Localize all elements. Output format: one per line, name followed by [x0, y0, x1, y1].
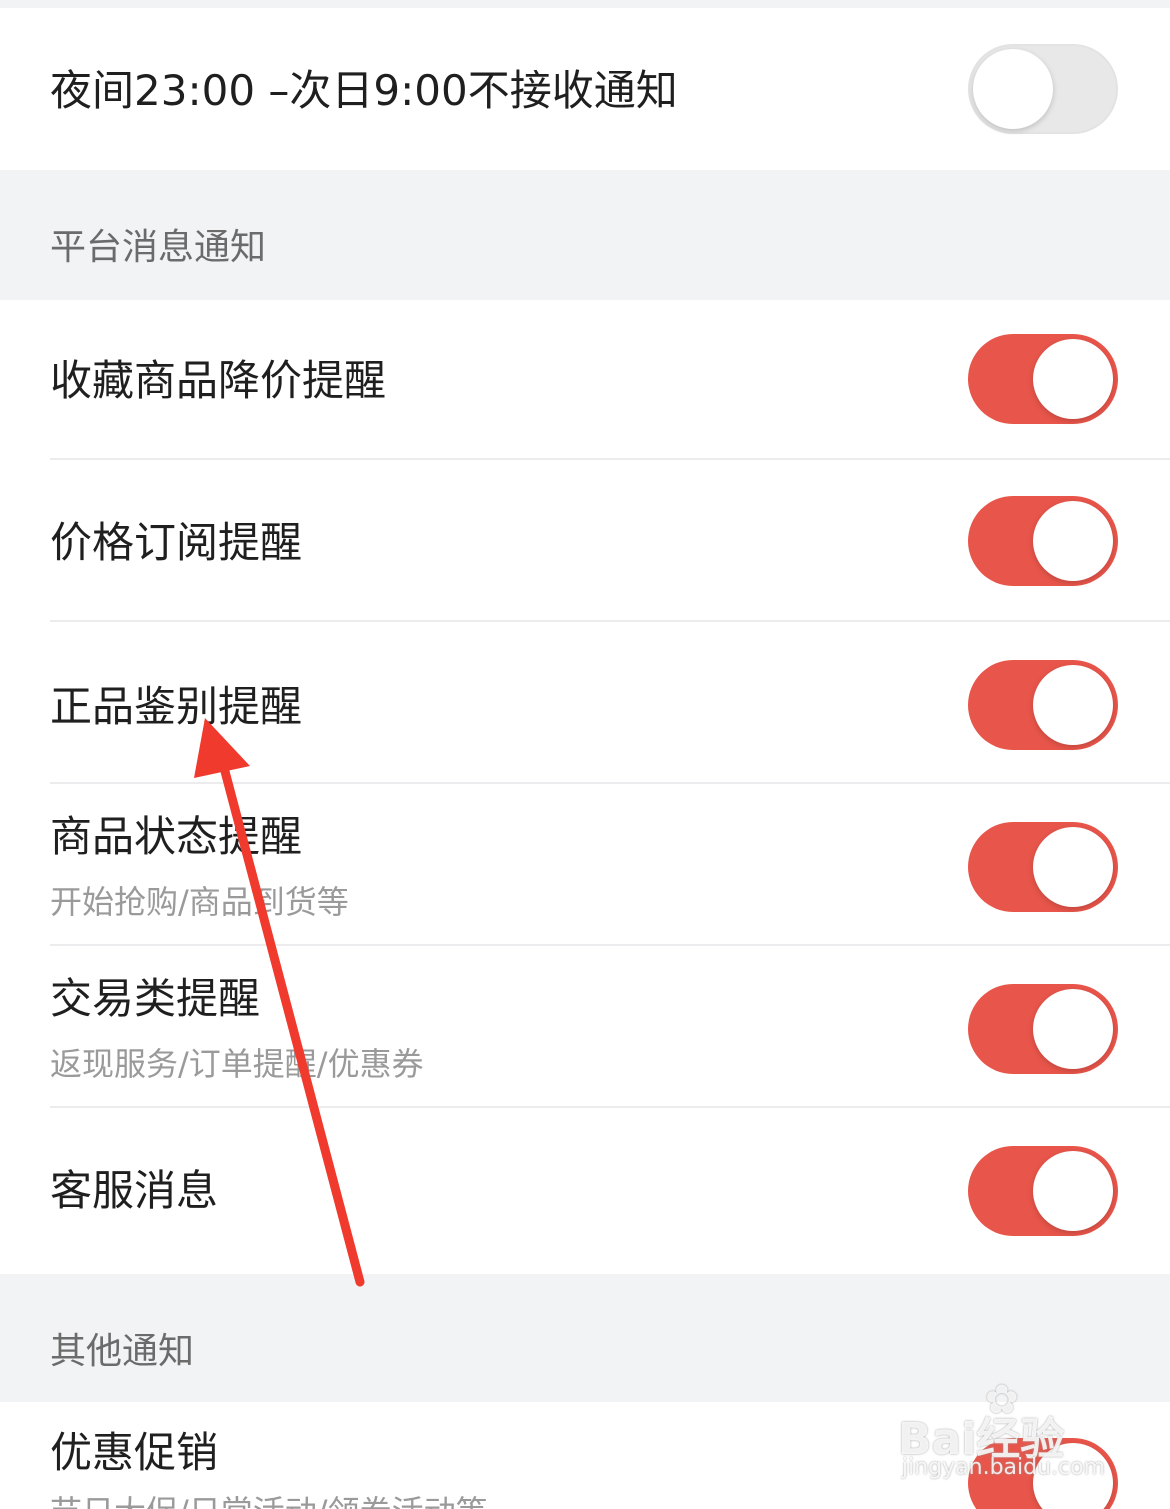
setting-row: 收藏商品降价提醒	[0, 300, 1170, 460]
setting-title: 优惠促销	[50, 1428, 219, 1477]
toggle-knob	[973, 49, 1053, 129]
setting-subtitle: 节日大促/日常活动/领券活动等	[50, 1492, 488, 1509]
setting-subtitle: 返现服务/订单提醒/优惠券	[50, 1045, 424, 1083]
section-header-other: 其他通知	[50, 1331, 195, 1372]
setting-title: 收藏商品降价提醒	[50, 356, 387, 405]
price-subscribe-toggle[interactable]	[968, 496, 1118, 586]
platform-band: 收藏商品降价提醒 价格订阅提醒 正品鉴别提醒 商品状态提醒 开始抢购/商品到货等…	[0, 300, 1170, 1274]
section-header-platform: 平台消息通知	[50, 227, 267, 268]
toggle-knob	[1033, 827, 1113, 907]
authenticity-toggle[interactable]	[968, 660, 1118, 750]
watermark-url: jingyan.baidu.com	[902, 1455, 1106, 1480]
setting-row: 正品鉴别提醒	[0, 622, 1170, 784]
setting-row: 客服消息	[0, 1108, 1170, 1274]
setting-row: 价格订阅提醒	[0, 460, 1170, 622]
setting-row: 交易类提醒 返现服务/订单提醒/优惠券	[0, 946, 1170, 1108]
toggle-knob	[1033, 1151, 1113, 1231]
setting-row: 商品状态提醒 开始抢购/商品到货等	[0, 784, 1170, 946]
dnd-label: 夜间23:00 –次日9:00不接收通知	[50, 66, 678, 115]
setting-title: 正品鉴别提醒	[50, 682, 303, 731]
toggle-knob	[1033, 339, 1113, 419]
setting-title: 交易类提醒	[50, 974, 261, 1023]
setting-title: 价格订阅提醒	[50, 518, 303, 567]
transaction-toggle[interactable]	[968, 984, 1118, 1074]
toggle-knob	[1033, 989, 1113, 1069]
customer-service-toggle[interactable]	[968, 1146, 1118, 1236]
setting-title: 商品状态提醒	[50, 812, 303, 861]
setting-title: 客服消息	[50, 1166, 219, 1215]
dnd-toggle[interactable]	[968, 44, 1118, 134]
toggle-knob	[1033, 665, 1113, 745]
setting-subtitle: 开始抢购/商品到货等	[50, 883, 349, 921]
price-drop-toggle[interactable]	[968, 334, 1118, 424]
baidu-watermark: ✿ Bai经验 jingyan.baidu.com	[890, 1377, 1110, 1485]
toggle-knob	[1033, 501, 1113, 581]
product-status-toggle[interactable]	[968, 822, 1118, 912]
dnd-band: 夜间23:00 –次日9:00不接收通知	[0, 8, 1170, 170]
